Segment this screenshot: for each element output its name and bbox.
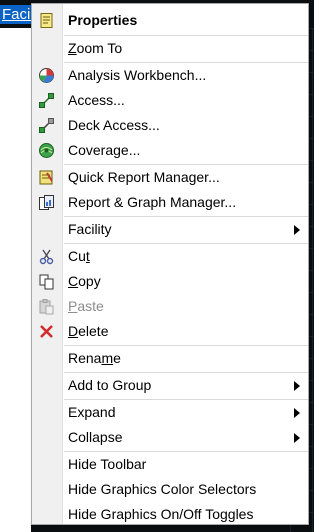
properties-icon: [38, 12, 55, 29]
submenu-arrow-icon: [294, 381, 300, 391]
menu-item-paste[interactable]: Paste: [32, 294, 308, 319]
submenu-arrow-icon: [294, 225, 300, 235]
tree-item-facility[interactable]: Facil: [0, 5, 33, 24]
scissors-icon: [38, 248, 55, 265]
context-menu: Properties Zoom To Analysis Workbench...…: [31, 3, 309, 525]
menu-item-zoom-to[interactable]: Zoom To: [32, 36, 308, 61]
menu-item-hide-graphics-onoff-toggles[interactable]: Hide Graphics On/Off Toggles: [32, 502, 308, 527]
delete-icon: [38, 323, 55, 340]
menu-item-quick-report-manager[interactable]: Quick Report Manager...: [32, 165, 308, 190]
menu-item-report-graph-manager[interactable]: Report & Graph Manager...: [32, 190, 308, 215]
object-browser-panel: [0, 28, 31, 532]
menu-item-delete[interactable]: Delete: [32, 319, 308, 344]
submenu-arrow-icon: [294, 433, 300, 443]
quick-report-icon: [38, 169, 55, 186]
menu-item-hide-toolbar[interactable]: Hide Toolbar: [32, 452, 308, 477]
menu-item-access[interactable]: Access...: [32, 88, 308, 113]
deck-access-icon: [38, 117, 55, 134]
menu-item-hide-graphics-color-selectors[interactable]: Hide Graphics Color Selectors: [32, 477, 308, 502]
menu-item-properties[interactable]: Properties: [32, 8, 308, 33]
menu-item-add-to-group[interactable]: Add to Group: [32, 373, 308, 398]
menu-item-facility[interactable]: Facility: [32, 217, 308, 242]
access-icon: [38, 92, 55, 109]
menu-item-collapse[interactable]: Collapse: [32, 425, 308, 450]
report-graph-icon: [38, 194, 55, 211]
submenu-arrow-icon: [294, 408, 300, 418]
menu-item-copy[interactable]: Copy: [32, 269, 308, 294]
menu-item-cut[interactable]: Cut: [32, 244, 308, 269]
copy-icon: [38, 273, 55, 290]
paste-icon: [38, 298, 55, 315]
menu-item-analysis-workbench[interactable]: Analysis Workbench...: [32, 63, 308, 88]
menu-item-coverage[interactable]: Coverage...: [32, 138, 308, 163]
coverage-icon: [38, 142, 55, 159]
menu-item-expand[interactable]: Expand: [32, 400, 308, 425]
menu-item-deck-access[interactable]: Deck Access...: [32, 113, 308, 138]
menu-item-rename[interactable]: Rename: [32, 346, 308, 371]
analysis-workbench-icon: [38, 67, 55, 84]
